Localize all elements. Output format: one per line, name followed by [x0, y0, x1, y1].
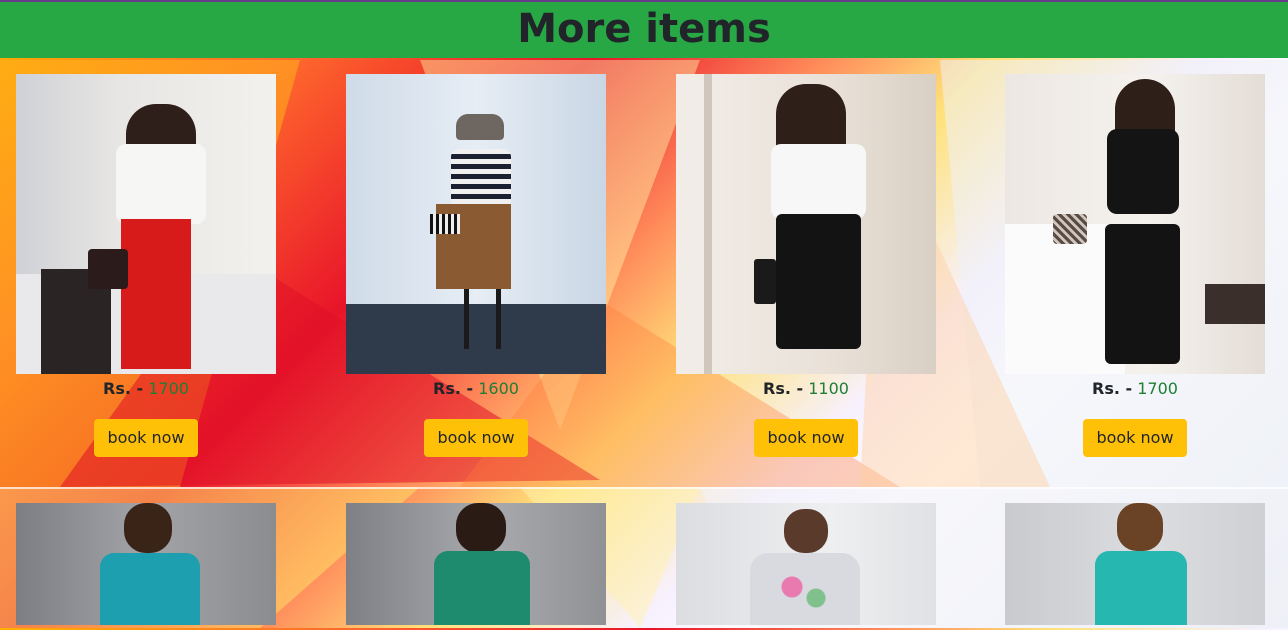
product-image[interactable]: [1005, 74, 1265, 374]
product-card: Rs. - 1700 book now: [1005, 74, 1265, 457]
price-label: Rs. - 1100: [763, 379, 849, 398]
product-row-2: [0, 487, 1288, 630]
product-card: Rs. - 1600 book now: [346, 74, 606, 457]
product-image[interactable]: [676, 74, 936, 374]
product-card: Rs. - 1700 book now: [16, 74, 276, 457]
product-card: [16, 503, 276, 625]
product-image[interactable]: [16, 503, 276, 625]
header-bar: More items: [0, 0, 1288, 58]
product-card: [1005, 503, 1265, 625]
price-label: Rs. - 1700: [1092, 379, 1178, 398]
product-image[interactable]: [676, 503, 936, 625]
page-title: More items: [517, 6, 771, 52]
book-now-button[interactable]: book now: [1083, 419, 1187, 457]
price-label: Rs. - 1600: [433, 379, 519, 398]
book-now-button[interactable]: book now: [424, 419, 528, 457]
product-image[interactable]: [1005, 503, 1265, 625]
product-card: [346, 503, 606, 625]
product-image[interactable]: [346, 74, 606, 374]
price-value: 1700: [1137, 379, 1178, 398]
product-card: [676, 503, 936, 625]
book-now-button[interactable]: book now: [94, 419, 198, 457]
book-now-button[interactable]: book now: [754, 419, 858, 457]
price-value: 1700: [148, 379, 189, 398]
price-label: Rs. - 1700: [103, 379, 189, 398]
price-value: 1100: [808, 379, 849, 398]
product-image[interactable]: [346, 503, 606, 625]
price-value: 1600: [478, 379, 519, 398]
product-card: Rs. - 1100 book now: [676, 74, 936, 457]
product-image[interactable]: [16, 74, 276, 374]
product-row-1: Rs. - 1700 book now Rs. - 1600 book now …: [0, 58, 1288, 487]
